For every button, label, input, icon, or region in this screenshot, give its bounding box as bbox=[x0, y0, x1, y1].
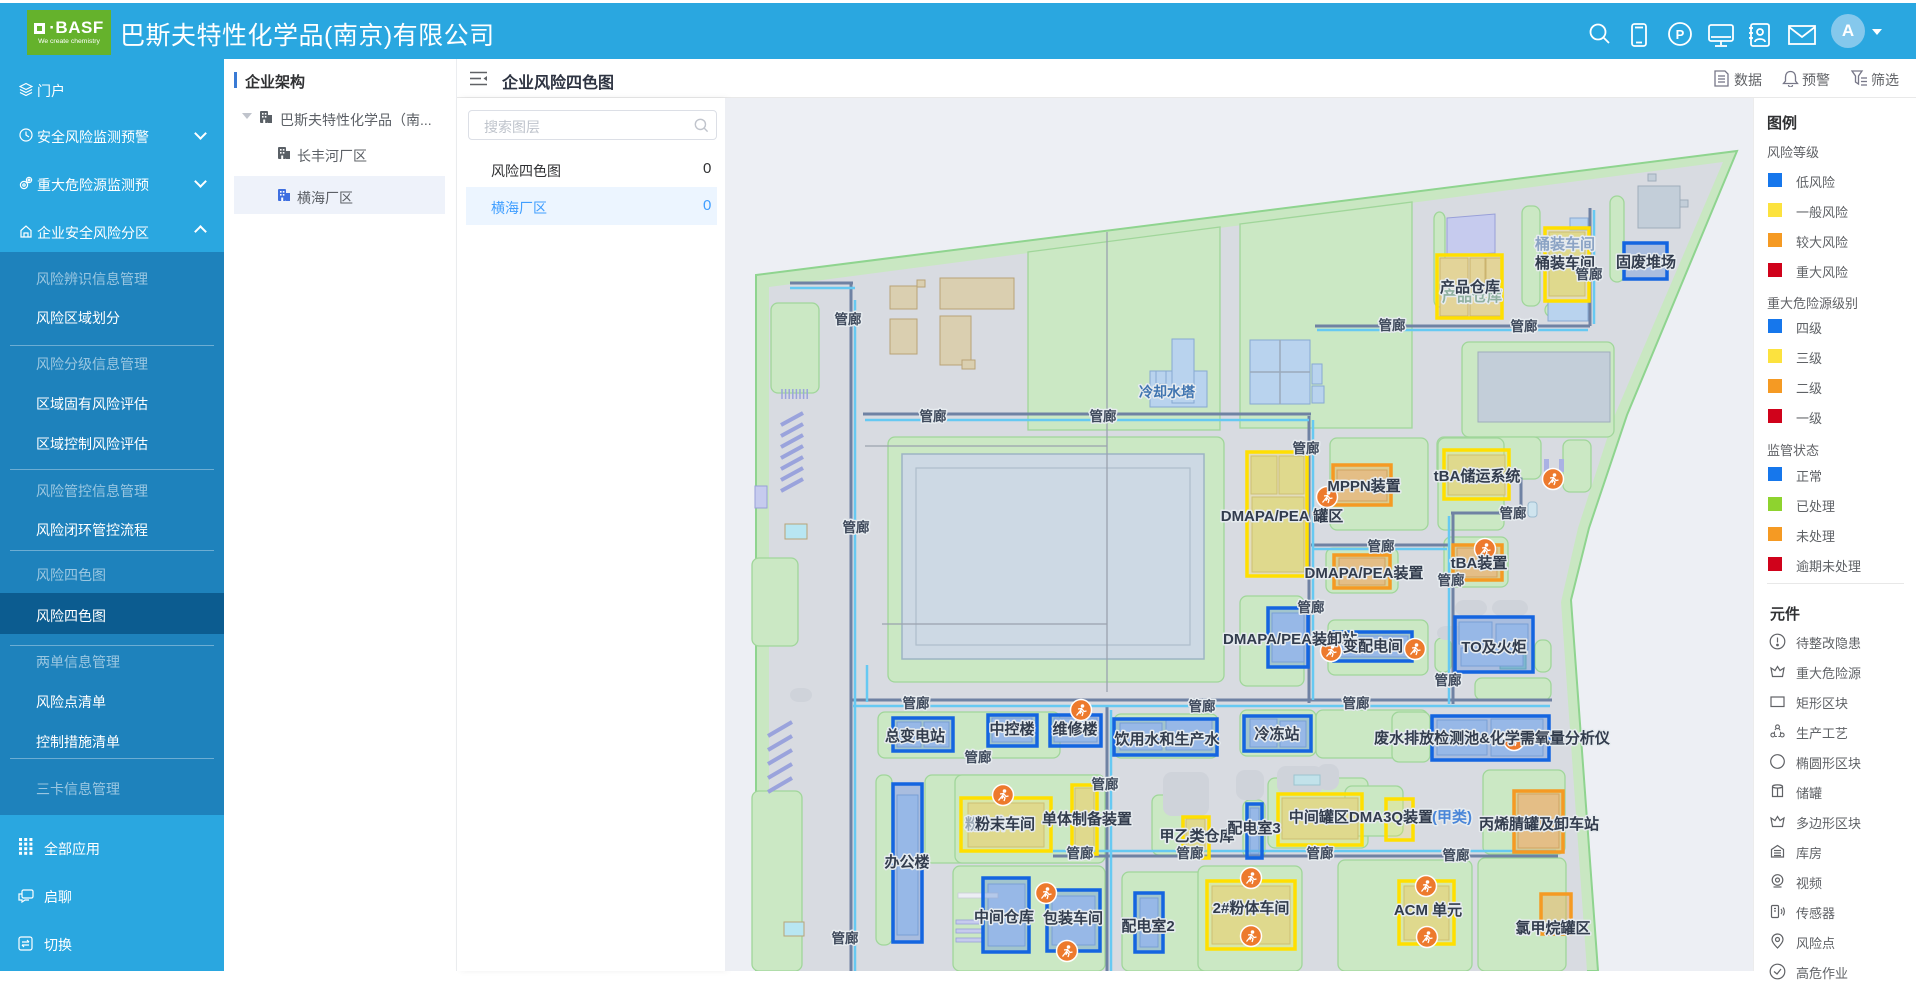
svg-text:管廊: 管廊 bbox=[843, 519, 871, 535]
svg-text:ACM 单元: ACM 单元 bbox=[1394, 901, 1462, 919]
svg-text:管廊: 管廊 bbox=[920, 408, 948, 424]
svg-text:管廊: 管廊 bbox=[1368, 538, 1396, 554]
svg-text:管廊: 管廊 bbox=[1067, 845, 1095, 861]
svg-text:配电室2: 配电室2 bbox=[1121, 917, 1174, 935]
svg-text:变配电间: 变配电间 bbox=[1343, 637, 1403, 655]
svg-text:饮用水和生产水: 饮用水和生产水 bbox=[1113, 730, 1220, 748]
svg-text:总变电站: 总变电站 bbox=[885, 727, 945, 745]
svg-text:管廊: 管廊 bbox=[1298, 599, 1326, 615]
svg-text:中控楼: 中控楼 bbox=[989, 720, 1034, 738]
svg-text:DMAPA/PEA 罐区: DMAPA/PEA 罐区 bbox=[1221, 507, 1344, 525]
svg-text:DMAPA/PEA装置: DMAPA/PEA装置 bbox=[1305, 564, 1424, 582]
svg-text:管廊: 管廊 bbox=[1177, 845, 1205, 861]
svg-text:DMAPA/PEA装卸站: DMAPA/PEA装卸站 bbox=[1223, 630, 1357, 648]
svg-text:中间仓库: 中间仓库 bbox=[974, 908, 1034, 926]
svg-text:管廊: 管廊 bbox=[1435, 672, 1463, 688]
svg-text:冷却水塔: 冷却水塔 bbox=[1139, 384, 1196, 400]
svg-text:管廊: 管廊 bbox=[1090, 408, 1118, 424]
svg-text:tBA装置: tBA装置 bbox=[1451, 554, 1508, 572]
svg-text:管廊: 管廊 bbox=[1438, 572, 1466, 588]
svg-text:2#粉体车间: 2#粉体车间 bbox=[1213, 899, 1290, 917]
svg-text:单体制备装置: 单体制备装置 bbox=[1042, 810, 1132, 828]
svg-text:丙烯腈罐及卸车站: 丙烯腈罐及卸车站 bbox=[1479, 815, 1599, 833]
svg-text:管廊: 管廊 bbox=[835, 311, 863, 327]
svg-text:氯甲烷罐区: 氯甲烷罐区 bbox=[1515, 919, 1590, 937]
svg-text:粉末车间: 粉末车间 bbox=[975, 815, 1035, 833]
svg-text:(甲类): (甲类) bbox=[1432, 808, 1472, 826]
svg-text:冷冻站: 冷冻站 bbox=[1254, 725, 1299, 743]
svg-text:管廊: 管廊 bbox=[1189, 698, 1217, 714]
svg-text:甲乙类仓库: 甲乙类仓库 bbox=[1159, 827, 1234, 845]
svg-text:管廊: 管廊 bbox=[1500, 505, 1528, 521]
svg-text:管廊: 管廊 bbox=[1343, 695, 1371, 711]
svg-text:产品仓库: 产品仓库 bbox=[1440, 278, 1500, 296]
svg-text:管廊: 管廊 bbox=[1293, 440, 1321, 456]
svg-text:配电室3: 配电室3 bbox=[1227, 819, 1280, 837]
svg-text:TO及火炬: TO及火炬 bbox=[1461, 638, 1527, 656]
svg-text:包装车间: 包装车间 bbox=[1043, 909, 1103, 927]
svg-text:管廊: 管廊 bbox=[1379, 317, 1407, 333]
svg-text:管廊: 管廊 bbox=[1511, 318, 1539, 334]
svg-text:MPPN装置: MPPN装置 bbox=[1327, 477, 1400, 495]
svg-text:维修楼: 维修楼 bbox=[1052, 720, 1097, 738]
svg-text:P: P bbox=[1676, 27, 1685, 42]
svg-text:tBA储运系统: tBA储运系统 bbox=[1434, 467, 1521, 485]
svg-text:固废堆场: 固废堆场 bbox=[1616, 253, 1676, 271]
svg-text:管廊: 管廊 bbox=[903, 695, 931, 711]
svg-text:桶装车间: 桶装车间 bbox=[1535, 235, 1595, 253]
svg-text:废水排放检测池&化学需氧量分析仪: 废水排放检测池&化学需氧量分析仪 bbox=[1374, 729, 1611, 747]
svg-text:管廊: 管廊 bbox=[1443, 847, 1471, 863]
svg-text:办公楼: 办公楼 bbox=[884, 853, 929, 871]
svg-text:管廊: 管廊 bbox=[832, 930, 860, 946]
svg-text:中间罐区DMA3Q装置: 中间罐区DMA3Q装置 bbox=[1289, 808, 1433, 826]
svg-text:管廊: 管廊 bbox=[1307, 845, 1335, 861]
svg-text:管廊: 管廊 bbox=[1576, 266, 1604, 282]
svg-text:管廊: 管廊 bbox=[1092, 776, 1120, 792]
svg-text:管廊: 管廊 bbox=[965, 749, 993, 765]
